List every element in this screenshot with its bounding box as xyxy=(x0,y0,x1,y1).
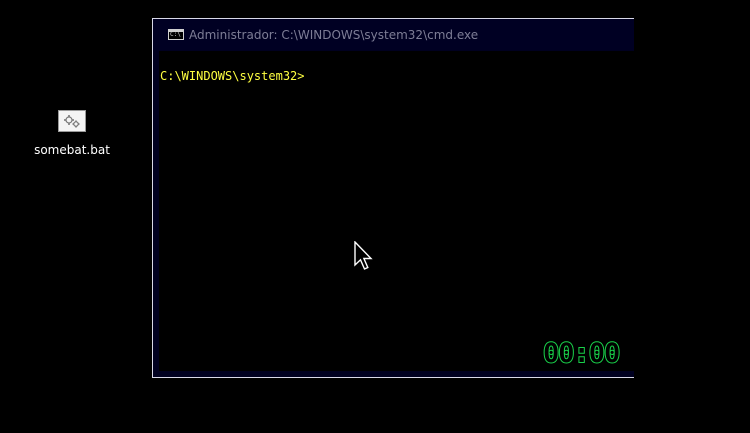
window-title: Administrador: C:\WINDOWS\system32\cmd.e… xyxy=(189,27,479,42)
desktop-icon-somebat[interactable]: somebat.bat xyxy=(32,110,112,157)
batch-file-gears-icon xyxy=(58,110,86,132)
cmd-icon: C:\ xyxy=(168,29,184,40)
window-titlebar[interactable]: C:\ Administrador: C:\WINDOWS\system32\c… xyxy=(153,19,634,50)
desktop-icon-label: somebat.bat xyxy=(34,143,110,157)
console-area[interactable]: C:\WINDOWS\system32> xyxy=(159,51,634,371)
command-prompt: C:\WINDOWS\system32> xyxy=(160,69,305,83)
cmd-icon-glyph: C:\ xyxy=(170,31,181,38)
timer-display: 00:00 xyxy=(542,337,621,370)
cmd-window[interactable]: C:\ Administrador: C:\WINDOWS\system32\c… xyxy=(152,18,634,378)
arrow-cursor-icon xyxy=(354,240,374,278)
